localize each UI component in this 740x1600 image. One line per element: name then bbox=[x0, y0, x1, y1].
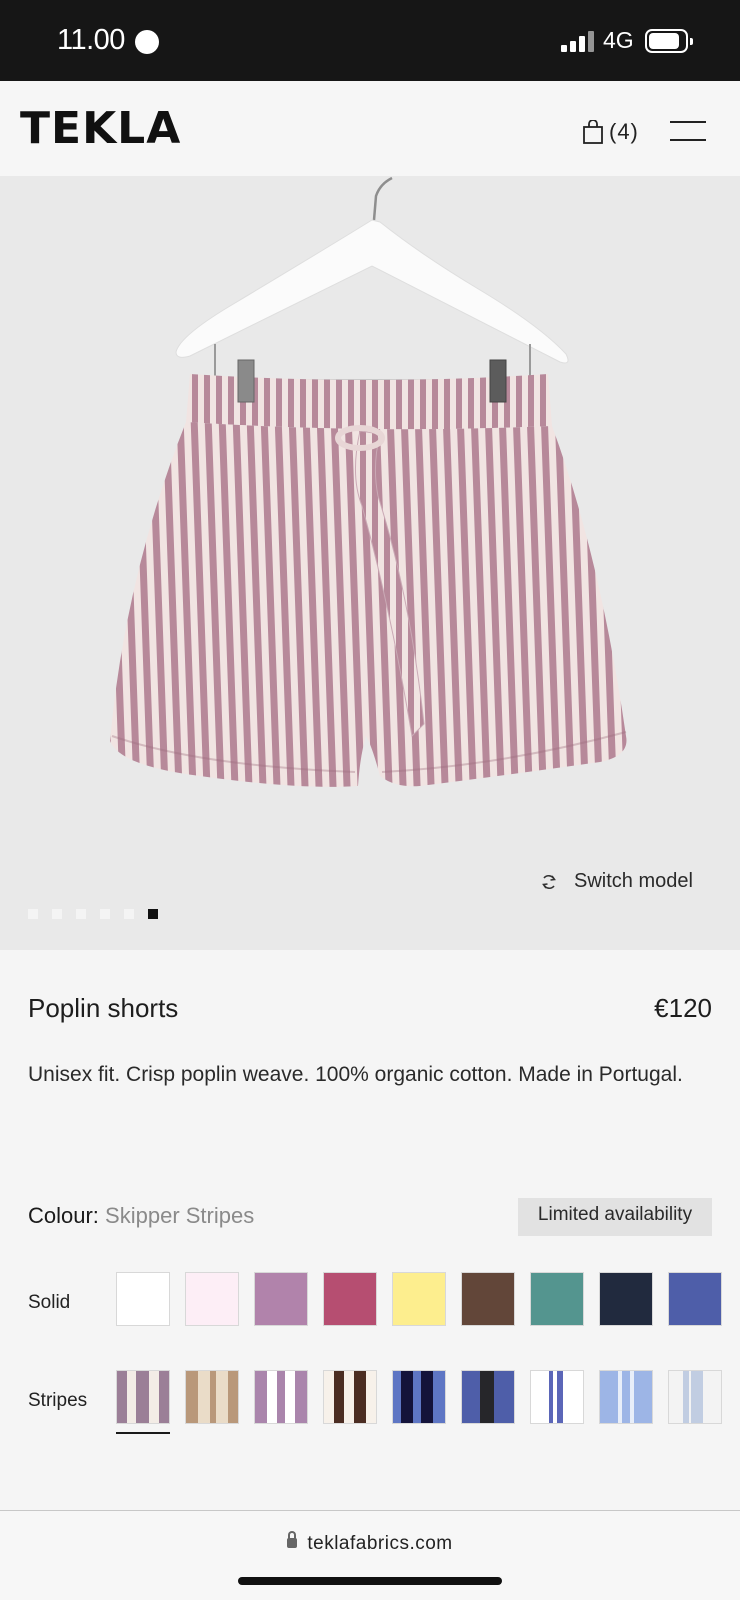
colour-value: Skipper Stripes bbox=[105, 1203, 255, 1228]
gallery-dot[interactable] bbox=[124, 909, 134, 919]
product-image bbox=[110, 176, 627, 787]
site-header: TEKLA (4) bbox=[0, 81, 740, 176]
colour-label: Colour: bbox=[28, 1203, 99, 1228]
switch-model-button[interactable]: Switch model bbox=[540, 870, 693, 893]
stripe-swatch-blue-black-stripes[interactable] bbox=[461, 1370, 515, 1424]
signal-icon bbox=[561, 30, 595, 52]
stripe-swatch-white-blue-stripes[interactable] bbox=[530, 1370, 584, 1424]
gallery-dot[interactable] bbox=[76, 909, 86, 919]
selected-swatch-indicator bbox=[116, 1432, 170, 1434]
gallery-pagination bbox=[28, 909, 172, 919]
shopping-bag-icon bbox=[583, 120, 603, 144]
product-price: €120 bbox=[654, 993, 712, 1023]
status-bar: 11.00 4G bbox=[0, 0, 740, 81]
network-type: 4G bbox=[603, 27, 634, 53]
browser-url-bar[interactable]: teklafabrics.com bbox=[0, 1510, 740, 1600]
gallery-dot-active[interactable] bbox=[148, 909, 158, 919]
solid-swatch-navy[interactable] bbox=[599, 1272, 653, 1326]
stripe-swatch-purple-pin-stripes[interactable] bbox=[254, 1370, 308, 1424]
product-name: Poplin shorts bbox=[28, 993, 179, 1023]
colour-selection: Colour: Skipper Stripes bbox=[28, 1203, 254, 1229]
switch-model-label: Switch model bbox=[574, 870, 693, 892]
solid-swatch-teal[interactable] bbox=[530, 1272, 584, 1326]
stripe-swatch-pale-blue-stripes[interactable] bbox=[668, 1370, 722, 1424]
lock-icon bbox=[287, 1531, 298, 1548]
gallery-dot[interactable] bbox=[52, 909, 62, 919]
gallery-dot[interactable] bbox=[100, 909, 110, 919]
url-text: teklafabrics.com bbox=[307, 1533, 453, 1554]
stripes-label: Stripes bbox=[28, 1390, 88, 1411]
url-display[interactable]: teklafabrics.com bbox=[0, 1531, 740, 1555]
recording-dot-icon bbox=[135, 30, 159, 54]
stripe-swatch-dark-brown-stripes[interactable] bbox=[323, 1370, 377, 1424]
gallery-dot[interactable] bbox=[28, 909, 38, 919]
logo[interactable]: TEKLA bbox=[20, 103, 181, 154]
solid-swatch-brown[interactable] bbox=[461, 1272, 515, 1326]
home-indicator[interactable] bbox=[238, 1577, 502, 1585]
solid-swatch-yellow[interactable] bbox=[392, 1272, 446, 1326]
cart-button[interactable]: (4) bbox=[583, 117, 639, 147]
solid-swatch-pale-pink[interactable] bbox=[185, 1272, 239, 1326]
stripe-swatch-midnight-stripes[interactable] bbox=[392, 1370, 446, 1424]
battery-icon bbox=[645, 29, 693, 53]
status-time: 11.00 bbox=[57, 24, 125, 56]
solid-label: Solid bbox=[28, 1292, 71, 1313]
product-description: Unisex fit. Crisp poplin weave. 100% org… bbox=[28, 1063, 683, 1086]
availability-badge: Limited availability bbox=[518, 1198, 712, 1236]
refresh-icon bbox=[542, 874, 556, 889]
cart-count: (4) bbox=[609, 119, 639, 144]
stripe-swatch-hopper-stripes[interactable] bbox=[185, 1370, 239, 1424]
hamburger-menu-icon[interactable] bbox=[670, 121, 706, 141]
stripe-swatch-skipper-stripes[interactable] bbox=[116, 1370, 170, 1424]
product-image-gallery[interactable]: Switch model bbox=[0, 176, 740, 950]
solid-swatch-mauve[interactable] bbox=[254, 1272, 308, 1326]
solid-swatch-raspberry[interactable] bbox=[323, 1272, 377, 1326]
solid-swatch-blue[interactable] bbox=[668, 1272, 722, 1326]
solid-swatch-white[interactable] bbox=[116, 1272, 170, 1326]
stripe-swatch-light-blue-stripes[interactable] bbox=[599, 1370, 653, 1424]
